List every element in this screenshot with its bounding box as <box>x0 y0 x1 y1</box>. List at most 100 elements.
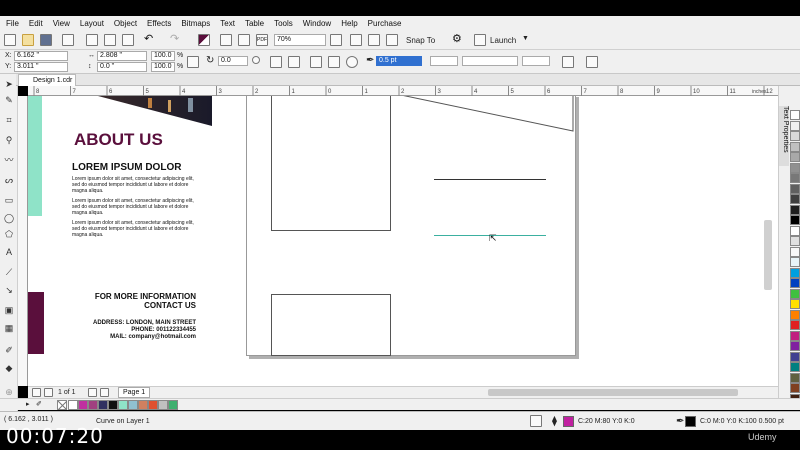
paste-icon[interactable] <box>122 34 134 46</box>
lock-ratio-icon[interactable] <box>187 56 199 68</box>
publish-pdf-icon[interactable]: PDF <box>256 34 268 46</box>
palette-swatch[interactable] <box>790 372 800 383</box>
palette-swatch[interactable] <box>790 236 800 246</box>
horizontal-scrollbar-thumb[interactable] <box>488 389 738 396</box>
end-arrowhead-select[interactable] <box>522 56 550 66</box>
menu-effects[interactable]: Effects <box>147 19 171 28</box>
palette-swatch[interactable] <box>790 173 800 183</box>
start-arrowhead-select[interactable] <box>430 56 458 66</box>
previous-page-icon[interactable] <box>44 388 53 397</box>
menu-file[interactable]: File <box>6 19 19 28</box>
no-color-swatch[interactable] <box>57 400 67 410</box>
redo-icon[interactable]: ↷ <box>170 34 182 46</box>
horizontal-ruler[interactable]: 8 7 6 5 4 3 2 1 0 1 2 3 4 5 6 7 8 9 10 11 12 inches <box>28 86 778 96</box>
palette-swatch[interactable] <box>790 204 800 215</box>
export-icon[interactable] <box>238 34 250 46</box>
last-page-icon[interactable] <box>100 388 109 397</box>
palette-swatch[interactable] <box>790 288 800 299</box>
palette-swatch[interactable] <box>790 162 800 173</box>
palette-swatch[interactable] <box>790 320 800 330</box>
grid-icon[interactable] <box>368 34 380 46</box>
open-folder-icon[interactable] <box>22 34 34 46</box>
rotation-angle-field[interactable]: 0.0 <box>218 56 248 66</box>
shape-tool-icon[interactable]: ✎ <box>3 94 15 106</box>
palette-swatch[interactable] <box>790 194 800 204</box>
palette-swatch[interactable] <box>168 400 178 410</box>
transparency-tool-icon[interactable]: ▦ <box>3 322 15 334</box>
zoom-tool-icon[interactable]: ⚲ <box>3 134 15 146</box>
print-icon[interactable] <box>62 34 74 46</box>
polygon-tool-icon[interactable]: ⬠ <box>3 228 15 240</box>
width-field[interactable]: 2.808 " <box>97 51 147 61</box>
y-position-field[interactable]: 3.011 " <box>14 62 68 72</box>
menu-layout[interactable]: Layout <box>80 19 104 28</box>
palette-swatch[interactable] <box>790 341 800 351</box>
text-tool-icon[interactable]: A <box>3 246 15 258</box>
palette-swatch[interactable] <box>128 400 138 410</box>
palette-swatch[interactable] <box>790 183 800 194</box>
ellipse-tool-icon[interactable]: ◯ <box>3 212 15 224</box>
palette-swatch[interactable] <box>108 400 118 410</box>
palette-swatch[interactable] <box>78 400 88 410</box>
pick-tool-icon[interactable]: ➤ <box>3 78 15 90</box>
interactive-fill-icon[interactable]: ◆ <box>3 362 15 374</box>
save-icon[interactable] <box>40 34 52 46</box>
vertical-ruler[interactable] <box>18 96 28 386</box>
menu-object[interactable]: Object <box>114 19 137 28</box>
outline-width-field[interactable]: 0.5 pt <box>376 56 422 66</box>
reverse-direction-icon[interactable] <box>328 56 340 68</box>
freehand-tool-icon[interactable]: 〰 <box>3 154 15 166</box>
drop-shadow-icon[interactable]: ▣ <box>3 304 15 316</box>
extract-subpath-icon[interactable] <box>346 56 358 68</box>
palette-swatch[interactable] <box>790 120 800 131</box>
next-page-icon[interactable] <box>88 388 97 397</box>
palette-swatch[interactable] <box>790 225 800 236</box>
eyedropper-icon[interactable]: ✐ <box>36 400 42 408</box>
parallel-dimension-icon[interactable]: ⟋ <box>3 266 15 278</box>
palette-swatch[interactable] <box>98 400 108 410</box>
palette-swatch[interactable] <box>148 400 158 410</box>
palette-swatch[interactable] <box>790 383 800 393</box>
menu-tools[interactable]: Tools <box>274 19 293 28</box>
divider-line[interactable] <box>434 179 546 180</box>
menu-view[interactable]: View <box>53 19 70 28</box>
search-content-icon[interactable] <box>198 34 210 46</box>
document-page[interactable]: ⇱ <box>246 96 576 356</box>
palette-swatch[interactable] <box>790 309 800 320</box>
artistic-media-icon[interactable]: ᔕ <box>3 174 15 186</box>
document-color-settings-icon[interactable] <box>530 415 542 427</box>
add-tool-icon[interactable]: ⊕ <box>3 386 15 398</box>
menu-help[interactable]: Help <box>341 19 357 28</box>
palette-swatch[interactable] <box>790 257 800 267</box>
import-icon[interactable] <box>220 34 232 46</box>
palette-swatch[interactable] <box>88 400 98 410</box>
palette-swatch[interactable] <box>790 110 800 120</box>
menu-window[interactable]: Window <box>303 19 331 28</box>
first-page-icon[interactable] <box>32 388 41 397</box>
image-placeholder-rect[interactable] <box>271 96 391 231</box>
scale-width-field[interactable]: 100.0 <box>151 51 175 61</box>
close-curve-icon[interactable] <box>310 56 322 68</box>
menu-purchase[interactable]: Purchase <box>368 19 402 28</box>
cut-icon[interactable] <box>86 34 98 46</box>
menu-table[interactable]: Table <box>245 19 264 28</box>
guidelines-icon[interactable] <box>386 34 398 46</box>
drawing-canvas[interactable]: ABOUT US LOREM IPSUM DOLOR Lorem ipsum d… <box>28 96 778 386</box>
palette-swatch[interactable] <box>790 215 800 225</box>
palette-swatch[interactable] <box>158 400 168 410</box>
wrap-text-icon[interactable] <box>562 56 574 68</box>
full-screen-icon[interactable] <box>330 34 342 46</box>
diagonal-shape[interactable] <box>401 96 577 135</box>
zoom-level-select[interactable]: 70% <box>274 34 326 46</box>
document-tab[interactable]: Design 1.cdr <box>18 74 76 86</box>
launch-icon[interactable] <box>474 34 486 46</box>
palette-swatch[interactable] <box>68 400 78 410</box>
bottom-placeholder-rect[interactable] <box>271 294 391 356</box>
mirror-horizontal-icon[interactable] <box>270 56 282 68</box>
palette-swatch[interactable] <box>790 278 800 288</box>
launch-dropdown[interactable]: Launch <box>490 36 516 45</box>
outline-color-swatch[interactable] <box>685 416 696 427</box>
connector-tool-icon[interactable]: ↘ <box>3 284 15 296</box>
palette-swatch[interactable] <box>790 152 800 162</box>
palette-swatch[interactable] <box>790 141 800 152</box>
